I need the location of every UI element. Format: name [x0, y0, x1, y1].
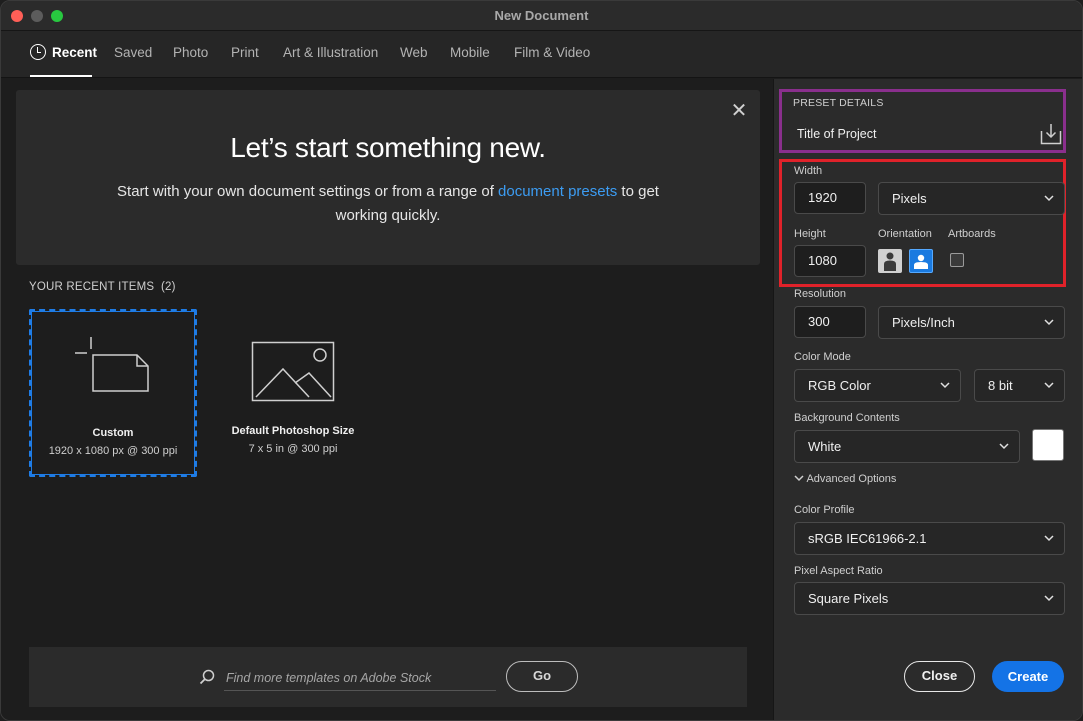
window-title: New Document [494, 8, 589, 23]
new-document-dialog: New Document Recent Saved Photo Print Ar… [0, 0, 1083, 721]
tab-saved[interactable]: Saved [114, 45, 152, 60]
recent-item-detail: 7 x 5 in @ 300 ppi [248, 443, 338, 455]
advanced-options-label: Advanced Options [806, 473, 897, 485]
advanced-options-toggle[interactable]: Advanced Options [794, 473, 896, 485]
chevron-down-icon [1044, 195, 1054, 202]
recent-items-label: YOUR RECENT ITEMS [29, 281, 155, 293]
close-icon[interactable]: ✕ [730, 101, 748, 121]
tab-mobile[interactable]: Mobile [450, 45, 490, 60]
portrait-orientation-button[interactable] [878, 249, 902, 273]
category-tabs: Recent Saved Photo Print Art & Illustrat… [1, 31, 1082, 78]
recent-item-name: Custom [92, 427, 134, 439]
recent-item-name: Default Photoshop Size [231, 425, 355, 437]
landscape-orientation-button[interactable] [909, 249, 933, 273]
title-bar: New Document [1, 1, 1082, 31]
bit-depth-value: 8 bit [988, 378, 1013, 393]
preset-details-panel: PRESET DETAILS Title of Project Width 19… [773, 79, 1082, 720]
stock-search-bar: Go [29, 647, 747, 707]
welcome-subtitle: Start with your own document settings or… [116, 180, 660, 228]
resolution-label: Resolution [794, 288, 846, 300]
welcome-title: Let’s start something new. [230, 132, 546, 163]
chevron-down-icon [999, 443, 1009, 450]
preset-details-label: PRESET DETAILS [793, 97, 884, 109]
tab-film-video[interactable]: Film & Video [514, 45, 590, 60]
width-unit-value: Pixels [892, 191, 927, 206]
background-contents-value: White [808, 439, 842, 454]
orientation-label: Orientation [878, 228, 932, 240]
tab-print[interactable]: Print [231, 45, 259, 60]
color-mode-select[interactable]: RGB Color [794, 369, 961, 402]
resolution-unit-select[interactable]: Pixels/Inch [878, 306, 1065, 339]
recent-items-count: (2) [161, 281, 176, 293]
recent-item-custom[interactable]: Custom 1920 x 1080 px @ 300 ppi [29, 309, 197, 477]
width-input[interactable]: 1920 [794, 182, 866, 214]
background-contents-select[interactable]: White [794, 430, 1020, 463]
chevron-down-icon [1044, 535, 1054, 542]
recent-item-default-photoshop-size[interactable]: Default Photoshop Size 7 x 5 in @ 300 pp… [209, 309, 377, 477]
active-tab-indicator [30, 75, 92, 77]
color-profile-value: sRGB IEC61966-2.1 [808, 531, 927, 546]
blank-document-icon [75, 337, 149, 392]
tab-recent[interactable]: Recent [52, 45, 97, 60]
chevron-down-icon [940, 382, 950, 389]
go-button[interactable]: Go [506, 661, 578, 692]
color-mode-label: Color Mode [794, 351, 851, 363]
width-unit-select[interactable]: Pixels [878, 182, 1065, 215]
background-color-swatch[interactable] [1032, 429, 1064, 461]
landscape-person-icon [914, 254, 928, 269]
artboards-checkbox[interactable] [950, 253, 964, 267]
pixel-aspect-ratio-value: Square Pixels [808, 591, 889, 606]
create-button[interactable]: Create [992, 661, 1064, 692]
clock-icon [30, 44, 46, 60]
main-content: ✕ Let’s start something new. Start with … [1, 79, 773, 720]
document-presets-link[interactable]: document presets [498, 183, 617, 200]
preset-title-field[interactable]: Title of Project [797, 127, 876, 141]
tab-photo[interactable]: Photo [173, 45, 208, 60]
image-icon [251, 341, 335, 402]
tab-web[interactable]: Web [400, 45, 428, 60]
bit-depth-select[interactable]: 8 bit [974, 369, 1065, 402]
width-label: Width [794, 165, 823, 177]
tab-art-illustration[interactable]: Art & Illustration [283, 45, 378, 60]
color-mode-value: RGB Color [808, 378, 871, 393]
pixel-aspect-ratio-label: Pixel Aspect Ratio [794, 565, 883, 577]
recent-item-detail: 1920 x 1080 px @ 300 ppi [48, 445, 178, 457]
color-profile-select[interactable]: sRGB IEC61966-2.1 [794, 522, 1065, 555]
recent-items-heading: YOUR RECENT ITEMS (2) [29, 281, 176, 293]
chevron-down-icon [1044, 319, 1054, 326]
resolution-unit-value: Pixels/Inch [892, 315, 955, 330]
height-input[interactable]: 1080 [794, 245, 866, 277]
color-profile-label: Color Profile [794, 504, 855, 516]
height-label: Height [794, 228, 826, 240]
portrait-person-icon [884, 252, 896, 271]
pixel-aspect-ratio-select[interactable]: Square Pixels [794, 582, 1065, 615]
background-contents-label: Background Contents [794, 412, 900, 424]
chevron-down-icon [1044, 382, 1054, 389]
artboards-label: Artboards [948, 228, 996, 240]
save-preset-icon[interactable] [1040, 123, 1062, 145]
chevron-down-icon [1044, 595, 1054, 602]
resolution-input[interactable]: 300 [794, 306, 866, 338]
search-icon [199, 669, 215, 685]
subtitle-text-start: Start with your own document settings or… [117, 183, 499, 200]
chevron-down-icon [794, 475, 804, 482]
stock-search-input[interactable] [224, 665, 496, 691]
welcome-banner: ✕ Let’s start something new. Start with … [16, 90, 760, 265]
close-button[interactable]: Close [904, 661, 975, 692]
